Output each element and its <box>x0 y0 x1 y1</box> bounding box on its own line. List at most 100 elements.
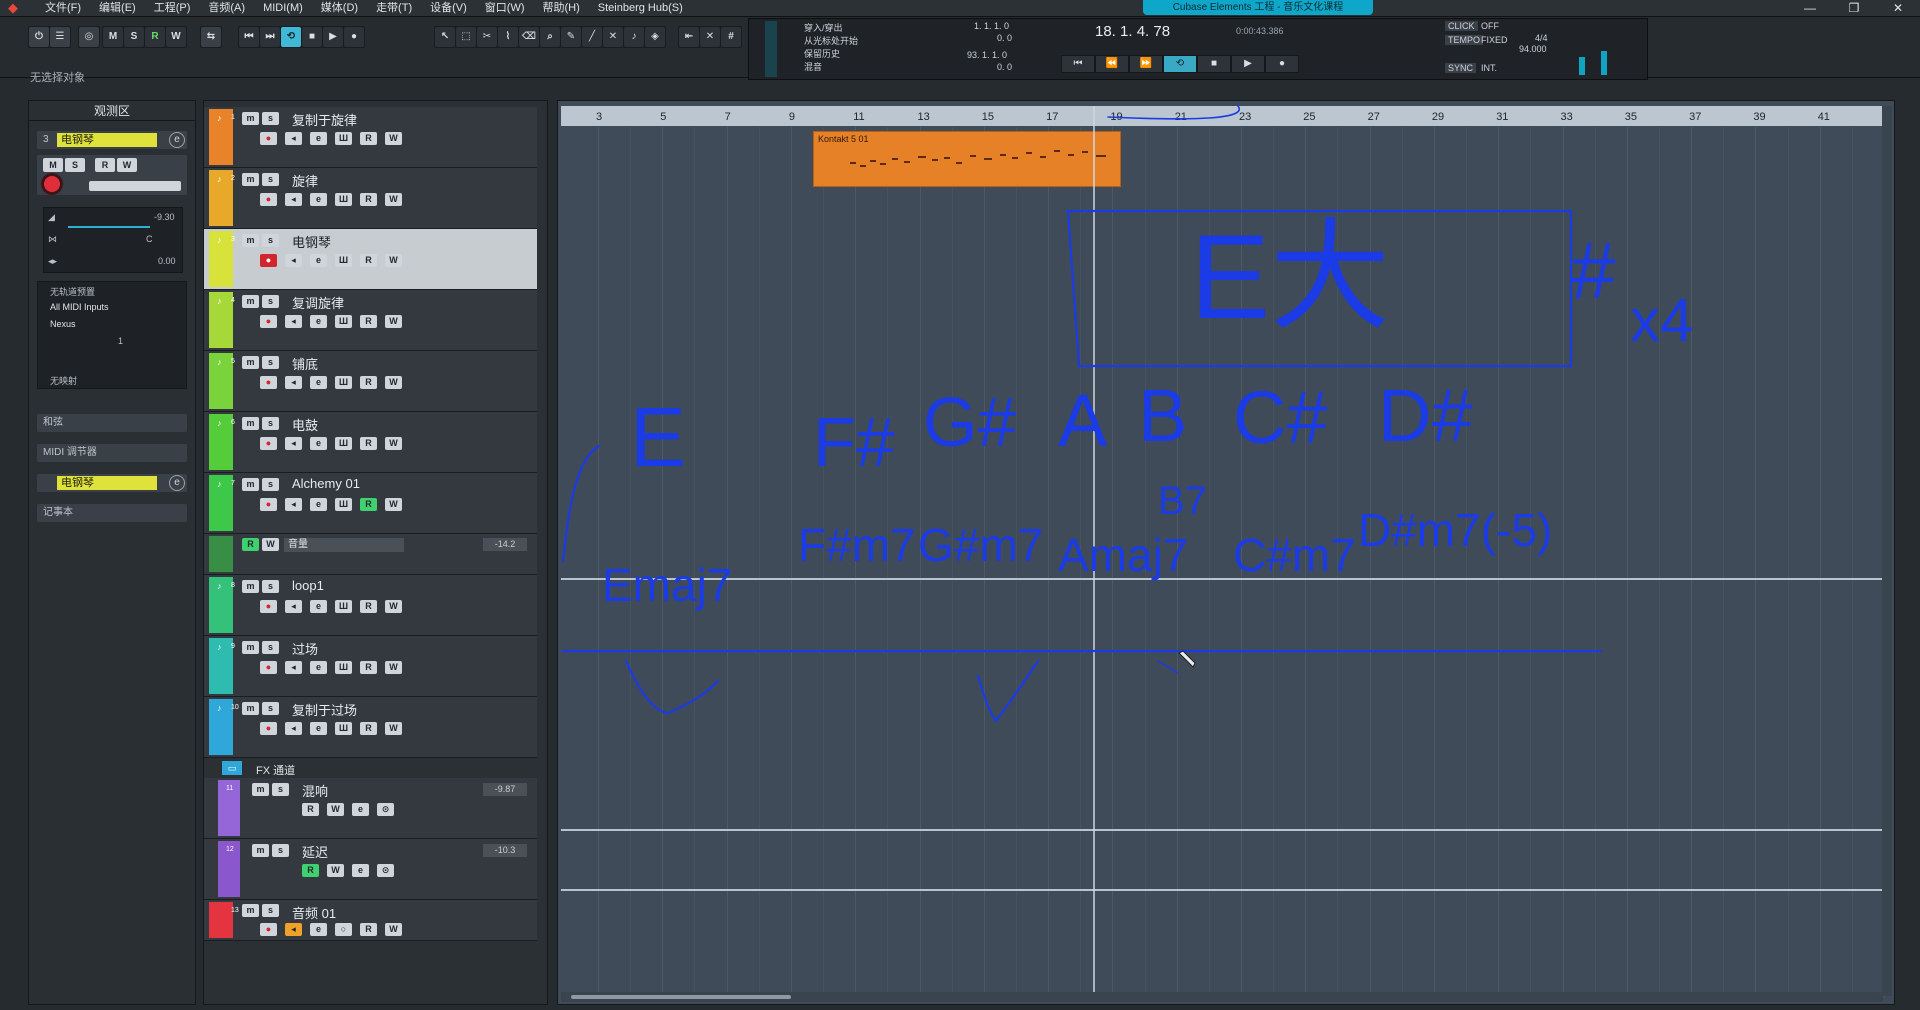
track-4-ctrl-3-button[interactable]: Ш <box>335 315 352 328</box>
fx-solo-button[interactable]: s <box>272 783 289 796</box>
menu-project[interactable]: 工程(P) <box>145 0 200 17</box>
go-to-start-icon[interactable]: ⏮ <box>239 27 259 47</box>
transport-go-start-icon[interactable]: ⏮ <box>1061 55 1095 73</box>
track-row[interactable]: ♪ 2 m s 旋律 ● ◂ e Ш R W <box>204 168 537 229</box>
track-8-ctrl-3-button[interactable]: Ш <box>335 600 352 613</box>
track-mute-button[interactable]: m <box>242 173 259 186</box>
track-2-ctrl-3-button[interactable]: Ш <box>335 193 352 206</box>
inspector-section-notepad[interactable]: 记事本 <box>37 504 187 522</box>
track-5-ctrl-1-button[interactable]: ◂ <box>285 376 302 389</box>
transport-record-icon[interactable]: ● <box>1265 55 1299 73</box>
track-solo-button[interactable]: s <box>262 112 279 125</box>
inspector-solo-button[interactable]: S <box>65 158 85 172</box>
time-signature[interactable]: 4/4 <box>1535 33 1548 43</box>
track-solo-button[interactable]: s <box>262 173 279 186</box>
track-4-ctrl-0-button[interactable]: ● <box>260 315 277 328</box>
track-5-ctrl-0-button[interactable]: ● <box>260 376 277 389</box>
autoscroll-icon[interactable]: ⇆ <box>201 27 221 47</box>
track-8-ctrl-0-button[interactable]: ● <box>260 600 277 613</box>
snap-icon[interactable]: ⇤ <box>679 27 699 47</box>
draw-icon[interactable]: ✎ <box>561 27 581 47</box>
restore-button[interactable]: ❐ <box>1832 0 1876 17</box>
audio-ctrl-3-button[interactable]: ○ <box>335 923 352 936</box>
constrain-delay-icon[interactable]: ◎ <box>79 27 99 47</box>
automation-value[interactable]: -14.2 <box>483 538 527 551</box>
track-7-ctrl-0-button[interactable]: ● <box>260 498 277 511</box>
track-mute-button[interactable]: m <box>242 417 259 430</box>
transport-play-icon[interactable]: ▶ <box>1231 55 1265 73</box>
track-9-ctrl-2-button[interactable]: e <box>310 661 327 674</box>
track-name[interactable]: 过场 <box>292 639 318 658</box>
record-icon[interactable]: ● <box>344 27 364 47</box>
fx-ctrl-1-button[interactable]: W <box>327 864 344 877</box>
inspector-record-enable[interactable] <box>41 173 63 195</box>
track-3-ctrl-1-button[interactable]: ◂ <box>285 254 302 267</box>
window-layout-icon[interactable]: ☰ <box>50 27 70 47</box>
audio-track-row[interactable]: 13 m s 音频 01 ● ◂ e ○ R W <box>204 900 537 941</box>
track-6-ctrl-0-button[interactable]: ● <box>260 437 277 450</box>
track-name[interactable]: 电鼓 <box>292 415 318 434</box>
track-8-ctrl-1-button[interactable]: ◂ <box>285 600 302 613</box>
fx-solo-button[interactable]: s <box>272 844 289 857</box>
track-3-ctrl-5-button[interactable]: W <box>385 254 402 267</box>
fx-channel-name[interactable]: 混响 <box>302 781 328 800</box>
inspector-track-header[interactable]: 3 电钢琴 e <box>37 131 187 149</box>
write-all-button[interactable]: W <box>166 27 186 47</box>
track-solo-button[interactable]: s <box>262 580 279 593</box>
track-name[interactable]: 复制于过场 <box>292 700 357 719</box>
pan-value[interactable]: C <box>146 234 153 244</box>
fx-volume-value[interactable]: -9.87 <box>483 783 527 796</box>
track-mute-button[interactable]: m <box>242 295 259 308</box>
mute-tool-icon[interactable]: ✕ <box>603 27 623 47</box>
track-1-ctrl-0-button[interactable]: ● <box>260 132 277 145</box>
track-name[interactable]: Alchemy 01 <box>292 476 360 491</box>
audio-track-name[interactable]: 音频 01 <box>292 903 336 922</box>
track-5-ctrl-3-button[interactable]: Ш <box>335 376 352 389</box>
keep-history-label[interactable]: 保留历史 <box>804 47 840 60</box>
inspector-monitor-bar[interactable] <box>89 181 181 191</box>
inspector-section-instrument[interactable]: 电钢琴 e <box>37 474 187 492</box>
track-5-ctrl-4-button[interactable]: R <box>360 376 377 389</box>
audio-ctrl-4-button[interactable]: R <box>360 923 377 936</box>
track-10-ctrl-3-button[interactable]: Ш <box>335 722 352 735</box>
audio-ctrl-1-button[interactable]: ◂ <box>285 923 302 936</box>
minimize-button[interactable]: — <box>1788 0 1832 17</box>
fx-ctrl-2-button[interactable]: e <box>352 803 369 816</box>
grid-icon[interactable]: # <box>721 27 741 47</box>
fx-volume-value[interactable]: -10.3 <box>483 844 527 857</box>
track-mute-button[interactable]: m <box>242 702 259 715</box>
audio-solo-button[interactable]: s <box>262 904 279 917</box>
object-select-icon[interactable]: ↖ <box>435 27 455 47</box>
track-mute-button[interactable]: m <box>242 234 259 247</box>
time-display[interactable]: 0:00:43.386 <box>1236 26 1284 36</box>
track-3-ctrl-4-button[interactable]: R <box>360 254 377 267</box>
cubase-logo-icon[interactable]: ◆ <box>8 1 28 15</box>
menu-help[interactable]: 帮助(H) <box>534 0 589 17</box>
track-solo-button[interactable]: s <box>262 641 279 654</box>
track-6-ctrl-5-button[interactable]: W <box>385 437 402 450</box>
menu-file[interactable]: 文件(F) <box>36 0 90 17</box>
mix-label[interactable]: 混音 <box>804 60 822 73</box>
stop-icon[interactable]: ■ <box>302 27 322 47</box>
mapping-field[interactable]: 无映射 <box>50 374 77 387</box>
midi-input-field[interactable]: All MIDI Inputs <box>50 302 109 312</box>
fx-ctrl-0-button[interactable]: R <box>302 864 319 877</box>
track-row[interactable]: ♪ 3 m s 电钢琴 ● ◂ e Ш R W <box>204 229 537 290</box>
track-2-ctrl-2-button[interactable]: e <box>310 193 327 206</box>
track-1-ctrl-1-button[interactable]: ◂ <box>285 132 302 145</box>
track-5-ctrl-5-button[interactable]: W <box>385 376 402 389</box>
mute-all-button[interactable]: M <box>103 27 123 47</box>
track-5-ctrl-2-button[interactable]: e <box>310 376 327 389</box>
read-all-button[interactable]: R <box>145 27 165 47</box>
track-mute-button[interactable]: m <box>242 580 259 593</box>
track-7-ctrl-3-button[interactable]: Ш <box>335 498 352 511</box>
track-name[interactable]: 复制于旋律 <box>292 110 357 129</box>
fx-mute-button[interactable]: m <box>252 844 269 857</box>
range-select-icon[interactable]: ⬚ <box>456 27 476 47</box>
track-row[interactable]: ♪ 5 m s 铺底 ● ◂ e Ш R W <box>204 351 537 412</box>
menu-steinberg-hub[interactable]: Steinberg Hub(S) <box>589 0 692 17</box>
project-window[interactable]: 3 5 7 9 11 13 15 17 19 21 23 25 27 29 31 33 35 37 39 41 Kon… <box>557 100 1895 1005</box>
close-button[interactable]: ✕ <box>1876 0 1920 17</box>
automation-parameter[interactable]: 音量 <box>284 538 404 552</box>
track-solo-button[interactable]: s <box>262 295 279 308</box>
